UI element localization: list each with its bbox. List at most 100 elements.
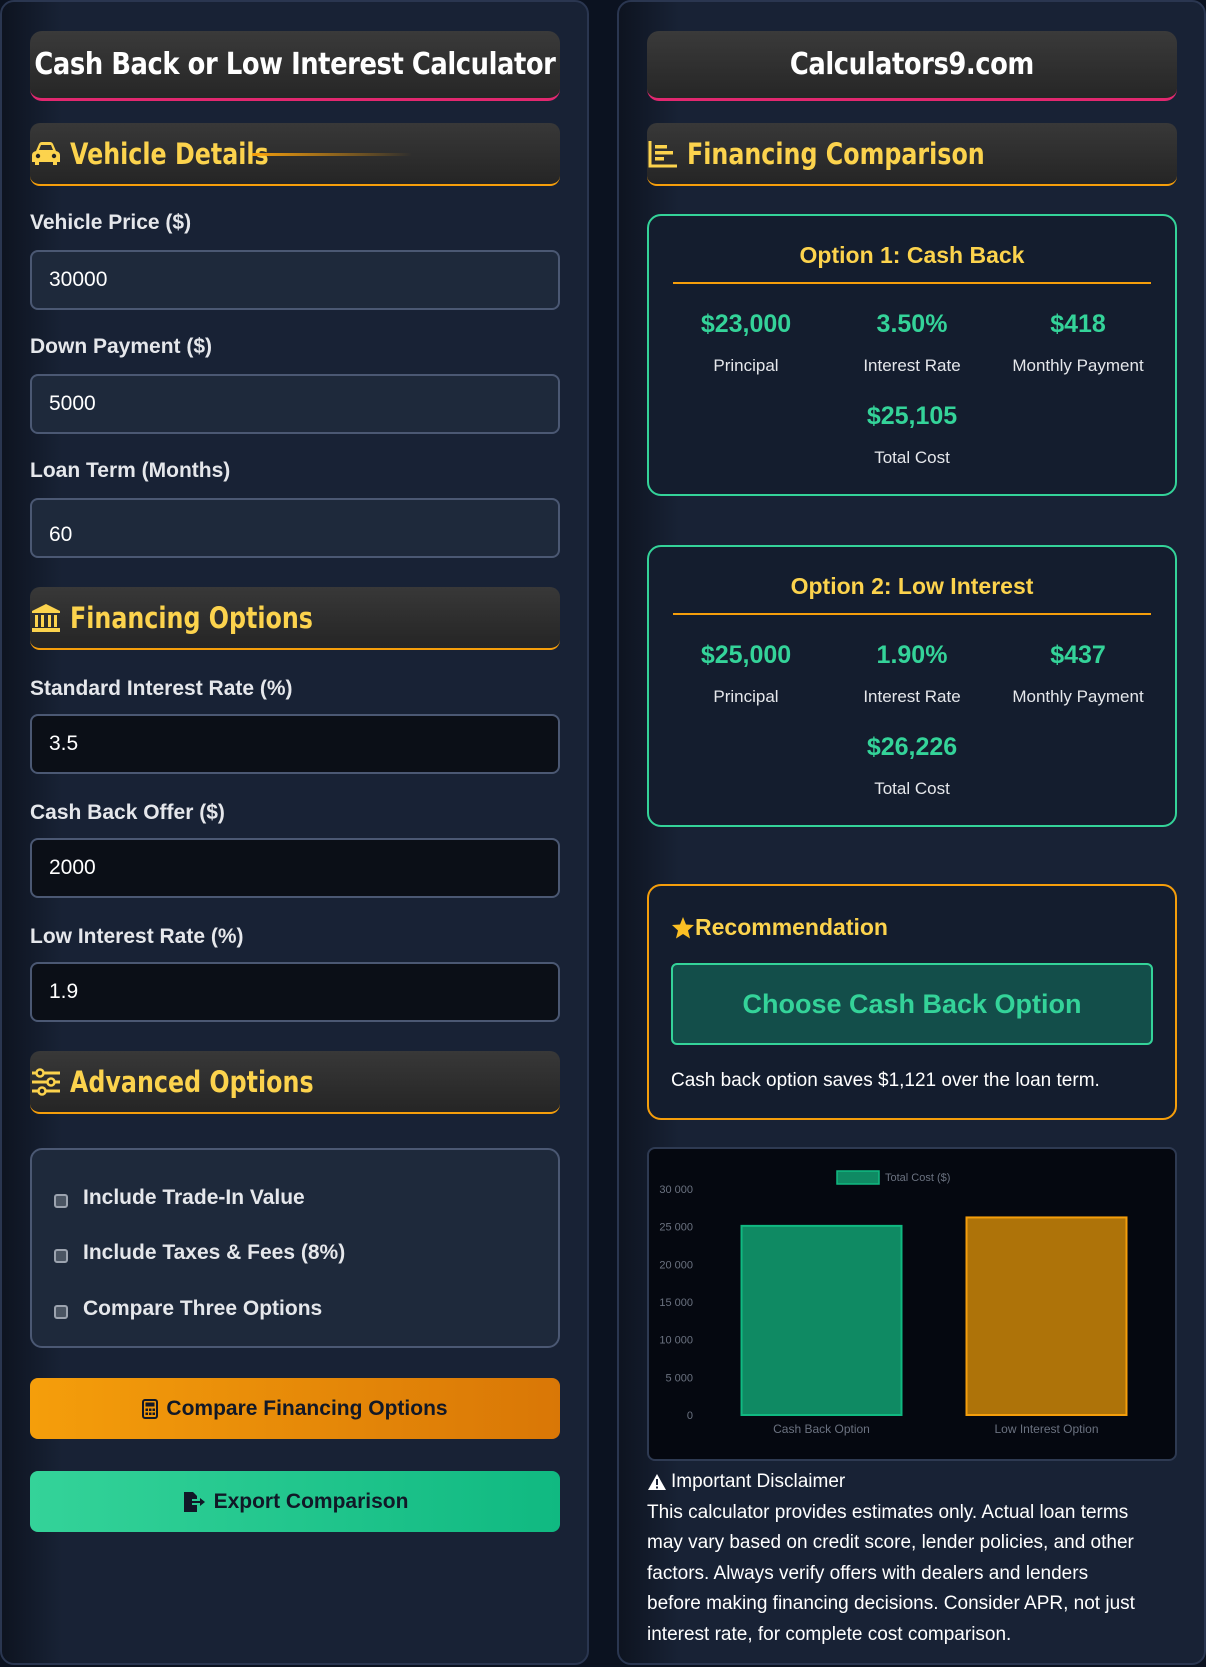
loan-term-label: Loan Term (Months) <box>30 459 231 482</box>
cash-back-rate: 3.50% Interest Rate <box>827 310 997 376</box>
compare-financing-button[interactable]: Compare Financing Options <box>30 1378 560 1439</box>
total-value: $25,105 <box>866 402 958 430</box>
cash-back-input[interactable]: 2000 <box>30 838 560 898</box>
bar-chart-icon <box>647 138 679 170</box>
low-interest-principal: $25,000 Principal <box>661 641 831 707</box>
x-tick-label: Cash Back Option <box>773 1422 870 1436</box>
y-tick-label: 0 <box>687 1410 693 1422</box>
y-tick-label: 5 000 <box>665 1372 693 1384</box>
disclaimer: Important Disclaimer This calculator pro… <box>647 1467 1177 1650</box>
y-tick-label: 30 000 <box>659 1184 693 1196</box>
legend-swatch <box>836 1170 880 1185</box>
recommendation-text: Cash back option saves $1,121 over the l… <box>671 1070 1100 1091</box>
low-rate-input[interactable]: 1.9 <box>30 962 560 1022</box>
financing-options-title: Financing Options <box>70 600 313 635</box>
car-icon <box>30 138 62 170</box>
file-export-icon <box>182 1491 206 1513</box>
recommendation-heading: Recommendation <box>671 914 888 941</box>
site-title-box: Calculators9.com <box>647 31 1177 101</box>
monthly-label: Monthly Payment <box>1012 687 1144 706</box>
disclaimer-line: factors. Always verify offers with deale… <box>647 1562 1089 1584</box>
export-comparison-button[interactable]: Export Comparison <box>30 1471 560 1532</box>
warning-icon <box>647 1473 667 1491</box>
calculator-title: Cash Back or Low Interest Calculator <box>34 47 556 82</box>
low-interest-monthly: $437 Monthly Payment <box>993 641 1163 707</box>
bank-icon <box>30 602 62 634</box>
cash-back-card: Option 1: Cash Back $23,000 Principal 3.… <box>647 214 1177 496</box>
low-interest-card: Option 2: Low Interest $25,000 Principal… <box>647 545 1177 827</box>
rate-value: 1.90% <box>876 641 948 669</box>
advanced-options-title: Advanced Options <box>70 1064 314 1099</box>
recommendation-title: Recommendation <box>695 914 888 940</box>
trade-in-option[interactable]: Include Trade-In Value <box>54 1186 305 1210</box>
cash-back-principal: $23,000 Principal <box>661 310 831 376</box>
compare-three-option[interactable]: Compare Three Options <box>54 1297 322 1321</box>
vehicle-price-label: Vehicle Price ($) <box>30 211 192 234</box>
financing-options-heading: Financing Options <box>30 587 560 650</box>
compare-financing-label: Compare Financing Options <box>166 1396 448 1420</box>
disclaimer-line: before making financing decisions. Consi… <box>647 1593 1135 1614</box>
taxes-fees-option[interactable]: Include Taxes & Fees (8%) <box>54 1241 345 1265</box>
rate-label: Interest Rate <box>863 356 961 375</box>
financing-comparison-heading: Financing Comparison <box>647 123 1177 186</box>
y-tick-label: 15 000 <box>659 1297 693 1309</box>
calculator-panel: Cash Back or Low Interest Calculator Veh… <box>0 0 589 1665</box>
principal-label: Principal <box>713 356 779 375</box>
monthly-value: $418 <box>1050 310 1106 338</box>
low-interest-rate: 1.90% Interest Rate <box>827 641 997 707</box>
compare-three-checkbox[interactable] <box>54 1305 68 1319</box>
y-tick-label: 10 000 <box>659 1335 693 1347</box>
recommended-option-box: Choose Cash Back Option <box>671 963 1153 1045</box>
low-interest-card-title: Option 2: Low Interest <box>673 573 1151 615</box>
cash-back-card-title: Option 1: Cash Back <box>673 242 1151 284</box>
recommendation-card: Recommendation Choose Cash Back Option C… <box>647 884 1177 1120</box>
sliders-icon <box>30 1066 62 1098</box>
calculator-icon <box>142 1398 159 1419</box>
rate-value: 3.50% <box>876 310 948 338</box>
results-panel: Calculators9.com Financing Comparison Op… <box>617 0 1206 1665</box>
y-tick-label: 25 000 <box>659 1222 693 1234</box>
loan-term-input[interactable]: 60 <box>30 498 560 558</box>
total-label: Total Cost <box>874 779 950 798</box>
heading-accent-line <box>252 153 412 156</box>
vehicle-details-title: Vehicle Details <box>70 136 269 171</box>
chart-svg: 0 5 000 10 000 15 000 20 000 25 000 30 000 Tota… <box>659 1170 1128 1436</box>
calculator-title-box: Cash Back or Low Interest Calculator <box>30 31 560 101</box>
down-payment-label: Down Payment ($) <box>30 335 213 358</box>
legend-label: Total Cost ($) <box>885 1172 950 1184</box>
principal-value: $25,000 <box>700 641 792 669</box>
standard-rate-input[interactable]: 3.5 <box>30 714 560 774</box>
monthly-label: Monthly Payment <box>1012 356 1144 375</box>
total-cost-chart: 0 5 000 10 000 15 000 20 000 25 000 30 000 Tota… <box>647 1147 1177 1461</box>
star-icon <box>671 916 695 940</box>
standard-rate-label: Standard Interest Rate (%) <box>30 677 293 700</box>
vehicle-price-input[interactable]: 30000 <box>30 250 560 310</box>
disclaimer-line: may vary based on credit score, lender p… <box>647 1532 1134 1553</box>
chart-bar <box>740 1224 903 1416</box>
total-value: $26,226 <box>866 733 958 761</box>
y-tick-label: 20 000 <box>659 1259 693 1271</box>
site-title: Calculators9.com <box>789 47 1035 82</box>
disclaimer-title: Important Disclaimer <box>671 1471 846 1492</box>
principal-value: $23,000 <box>700 310 792 338</box>
principal-label: Principal <box>713 687 779 706</box>
disclaimer-line: This calculator provides estimates only.… <box>647 1501 1129 1523</box>
export-comparison-label: Export Comparison <box>213 1489 409 1513</box>
disclaimer-heading: Important Disclaimer <box>647 1467 1177 1498</box>
trade-in-label: Include Trade-In Value <box>83 1186 305 1209</box>
cash-back-monthly: $418 Monthly Payment <box>993 310 1163 376</box>
low-rate-label: Low Interest Rate (%) <box>30 925 244 948</box>
trade-in-checkbox[interactable] <box>54 1194 68 1208</box>
down-payment-input[interactable]: 5000 <box>30 374 560 434</box>
total-label: Total Cost <box>874 448 950 467</box>
financing-comparison-title: Financing Comparison <box>687 136 985 171</box>
monthly-value: $437 <box>1050 641 1106 669</box>
rate-label: Interest Rate <box>863 687 961 706</box>
compare-three-label: Compare Three Options <box>83 1297 323 1320</box>
disclaimer-line: interest rate, for complete cost compari… <box>647 1623 1012 1645</box>
chart-bar <box>965 1216 1128 1416</box>
cash-back-total: $25,105 Total Cost <box>827 402 997 468</box>
low-interest-total: $26,226 Total Cost <box>827 733 997 799</box>
x-tick-label: Low Interest Option <box>994 1422 1098 1436</box>
taxes-fees-checkbox[interactable] <box>54 1249 68 1263</box>
